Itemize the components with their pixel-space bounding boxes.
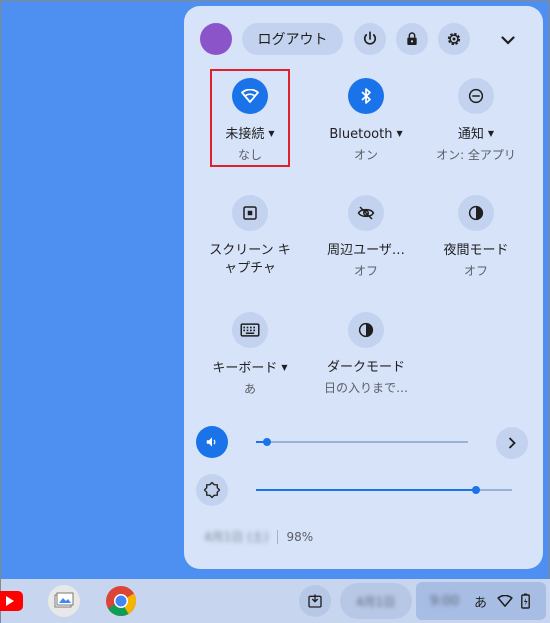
footer-divider bbox=[277, 529, 279, 544]
volume-icon bbox=[206, 437, 216, 447]
settings-button[interactable] bbox=[438, 23, 470, 55]
tile-notifications[interactable]: 通知 ▼ オン: 全アプリ bbox=[418, 78, 534, 163]
user-avatar[interactable] bbox=[200, 23, 232, 55]
tile-night-light[interactable]: 夜間モード オフ bbox=[418, 195, 534, 279]
chrome-app[interactable] bbox=[105, 585, 137, 617]
brightness-slider-fill bbox=[256, 489, 477, 491]
volume-slider[interactable] bbox=[256, 441, 468, 443]
tile-status: オフ bbox=[353, 264, 378, 278]
volume-slider-thumb[interactable] bbox=[262, 438, 271, 446]
ime-indicator: あ bbox=[474, 595, 488, 611]
mute-button[interactable] bbox=[196, 426, 228, 458]
status-area[interactable]: 9:00 あ bbox=[416, 582, 546, 620]
tile-status: オン: 全アプリ bbox=[436, 148, 516, 162]
keyboard-icon bbox=[240, 323, 260, 337]
screen-capture-icon bbox=[243, 206, 257, 220]
tile-label: スクリーン キ bbox=[209, 243, 291, 258]
chevron-down-icon bbox=[501, 35, 515, 45]
tile-status: オフ bbox=[463, 264, 488, 278]
files-app[interactable] bbox=[48, 585, 80, 617]
tile-label: キーボード bbox=[212, 361, 278, 376]
bluetooth-icon bbox=[361, 88, 371, 104]
night-light-toggle[interactable] bbox=[458, 195, 494, 231]
dropdown-caret-icon[interactable]: ▼ bbox=[488, 129, 494, 138]
tile-label: ダークモード bbox=[326, 360, 405, 375]
tile-bluetooth[interactable]: Bluetooth ▼ オン bbox=[308, 78, 424, 163]
lock-icon bbox=[407, 32, 417, 45]
date-tray-label: 4月1日 bbox=[356, 595, 396, 609]
tile-label-line2: ャプチャ bbox=[224, 261, 276, 276]
quick-settings-panel: ログアウト 未接続 ▼ なし Bluetooth ▼ オン 通知 ▼ オン: 全… bbox=[184, 6, 543, 569]
power-icon bbox=[363, 31, 377, 45]
brightness-button[interactable] bbox=[196, 474, 228, 506]
privacy-screen-toggle[interactable] bbox=[348, 195, 384, 231]
tile-status: 日の入りまで… bbox=[323, 381, 408, 395]
tile-keyboard[interactable]: キーボード ▼ あ bbox=[192, 312, 308, 397]
collapse-button[interactable] bbox=[496, 28, 520, 52]
lock-button[interactable] bbox=[396, 23, 428, 55]
panel-footer: 4月1日 (土) 98% bbox=[204, 528, 313, 545]
tile-label: 夜間モード bbox=[443, 243, 509, 258]
chevron-right-icon bbox=[508, 437, 516, 449]
dark-mode-toggle[interactable] bbox=[348, 312, 384, 348]
logout-button[interactable]: ログアウト bbox=[242, 23, 343, 55]
bluetooth-toggle[interactable] bbox=[348, 78, 384, 114]
gallery-icon bbox=[54, 592, 74, 608]
battery-icon bbox=[521, 593, 530, 609]
power-button[interactable] bbox=[354, 23, 386, 55]
dropdown-caret-icon[interactable]: ▼ bbox=[396, 129, 402, 138]
tile-label: 通知 bbox=[457, 127, 484, 142]
date-label[interactable]: 4月1日 (土) bbox=[204, 528, 268, 545]
keyboard-toggle[interactable] bbox=[232, 312, 268, 348]
tile-status: オン bbox=[353, 148, 378, 162]
notifications-toggle[interactable] bbox=[458, 78, 494, 114]
dropdown-caret-icon[interactable]: ▼ bbox=[281, 363, 287, 372]
holding-space-button[interactable] bbox=[299, 585, 331, 617]
clock-label: 9:00 bbox=[430, 593, 460, 609]
screen-capture-toggle[interactable] bbox=[232, 195, 268, 231]
download-tray-icon bbox=[308, 594, 322, 608]
tile-screen-capture[interactable]: スクリーン キ ャプチャ bbox=[192, 195, 308, 278]
tile-dark-mode[interactable]: ダークモード 日の入りまで… bbox=[308, 312, 424, 396]
dark-mode-icon bbox=[358, 322, 374, 338]
tile-status: あ bbox=[243, 382, 256, 396]
tile-privacy-screen[interactable]: 周辺ユーザ… オフ bbox=[308, 195, 424, 279]
chrome-icon bbox=[106, 586, 137, 617]
night-light-icon bbox=[468, 205, 484, 221]
audio-settings-button[interactable] bbox=[496, 427, 528, 459]
brightness-slider-thumb[interactable] bbox=[472, 486, 481, 494]
shelf: 4月1日 9:00 あ bbox=[0, 579, 550, 623]
highlight-box bbox=[210, 69, 290, 167]
youtube-app[interactable] bbox=[0, 585, 25, 617]
date-tray-pill[interactable]: 4月1日 bbox=[340, 583, 412, 619]
do-not-disturb-icon bbox=[468, 88, 484, 104]
brightness-icon bbox=[203, 481, 221, 499]
tile-label: Bluetooth bbox=[329, 127, 393, 142]
wifi-icon bbox=[497, 595, 513, 607]
gear-icon bbox=[447, 32, 461, 46]
battery-label: 98% bbox=[286, 529, 314, 544]
privacy-eye-icon bbox=[357, 206, 375, 220]
tile-label: 周辺ユーザ… bbox=[327, 243, 405, 258]
youtube-icon bbox=[0, 591, 23, 611]
